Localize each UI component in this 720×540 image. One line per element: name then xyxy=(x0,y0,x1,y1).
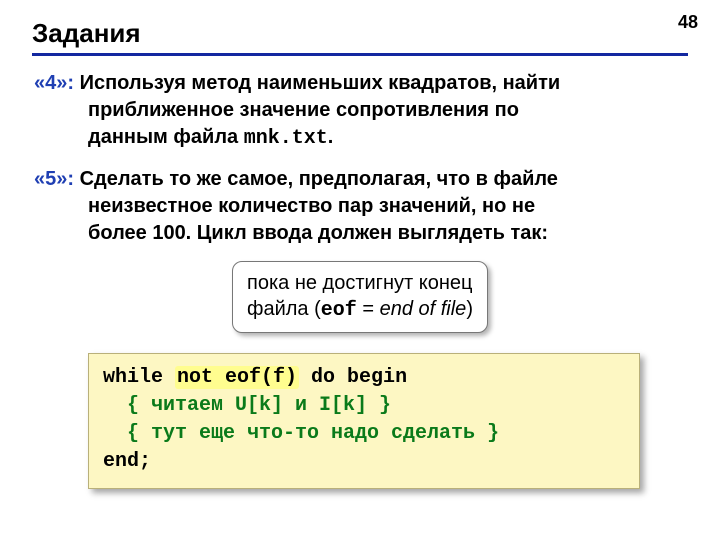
callout-line1: пока не достигнут конец xyxy=(247,272,472,294)
task-5-text-1: Сделать то же самое, предполагая, что в … xyxy=(80,168,558,190)
code-block: while not eof(f) do begin { читаем U[k] … xyxy=(88,353,640,489)
callout-line2b: = xyxy=(357,298,380,320)
callout-eof-full: end of file xyxy=(380,298,467,320)
code-l2: { читаем U[k] и I[k] } xyxy=(103,394,391,417)
task-4-text-1: Используя метод наименьших квадратов, на… xyxy=(80,72,561,94)
code-l1a: while xyxy=(103,366,175,389)
page-number: 48 xyxy=(678,12,698,33)
callout-wrap: пока не достигнут конец файла (eof = end… xyxy=(32,261,688,333)
callout-line2c: ) xyxy=(466,298,473,320)
eof-callout: пока не достигнут конец файла (eof = end… xyxy=(232,261,488,333)
task-4-label: «4»: xyxy=(34,72,74,94)
task-4-filename: mnk.txt xyxy=(244,127,328,150)
code-line-3: { тут еще что-то надо сделать } xyxy=(103,420,625,448)
task-4-text-3: данным файла mnk.txt. xyxy=(88,124,686,152)
code-line-2: { читаем U[k] и I[k] } xyxy=(103,392,625,420)
code-l1-highlight: not eof(f) xyxy=(175,366,299,389)
code-l3: { тут еще что-то надо сделать } xyxy=(103,422,499,445)
task-5-label: «5»: xyxy=(34,168,74,190)
code-line-1: while not eof(f) do begin xyxy=(103,364,625,392)
code-l1b: do begin xyxy=(299,366,407,389)
task-4-text-2: приближенное значение сопротивления по xyxy=(88,97,686,124)
task-5-text-2: неизвестное количество пар значений, но … xyxy=(88,193,686,220)
task-5-text-3: более 100. Цикл ввода должен выглядеть т… xyxy=(88,220,686,247)
code-line-4: end; xyxy=(103,448,625,476)
slide-title: Задания xyxy=(32,18,688,49)
task-5: «5»: Сделать то же самое, предполагая, ч… xyxy=(34,166,686,247)
title-rule xyxy=(32,53,688,56)
task-4: «4»: Используя метод наименьших квадрато… xyxy=(34,70,686,152)
slide: 48 Задания «4»: Используя метод наименьш… xyxy=(0,0,720,540)
task-4-text-3b: . xyxy=(328,126,334,148)
task-4-text-3a: данным файла xyxy=(88,126,244,148)
callout-line2a: файла ( xyxy=(247,298,321,320)
callout-eof: eof xyxy=(321,299,357,322)
